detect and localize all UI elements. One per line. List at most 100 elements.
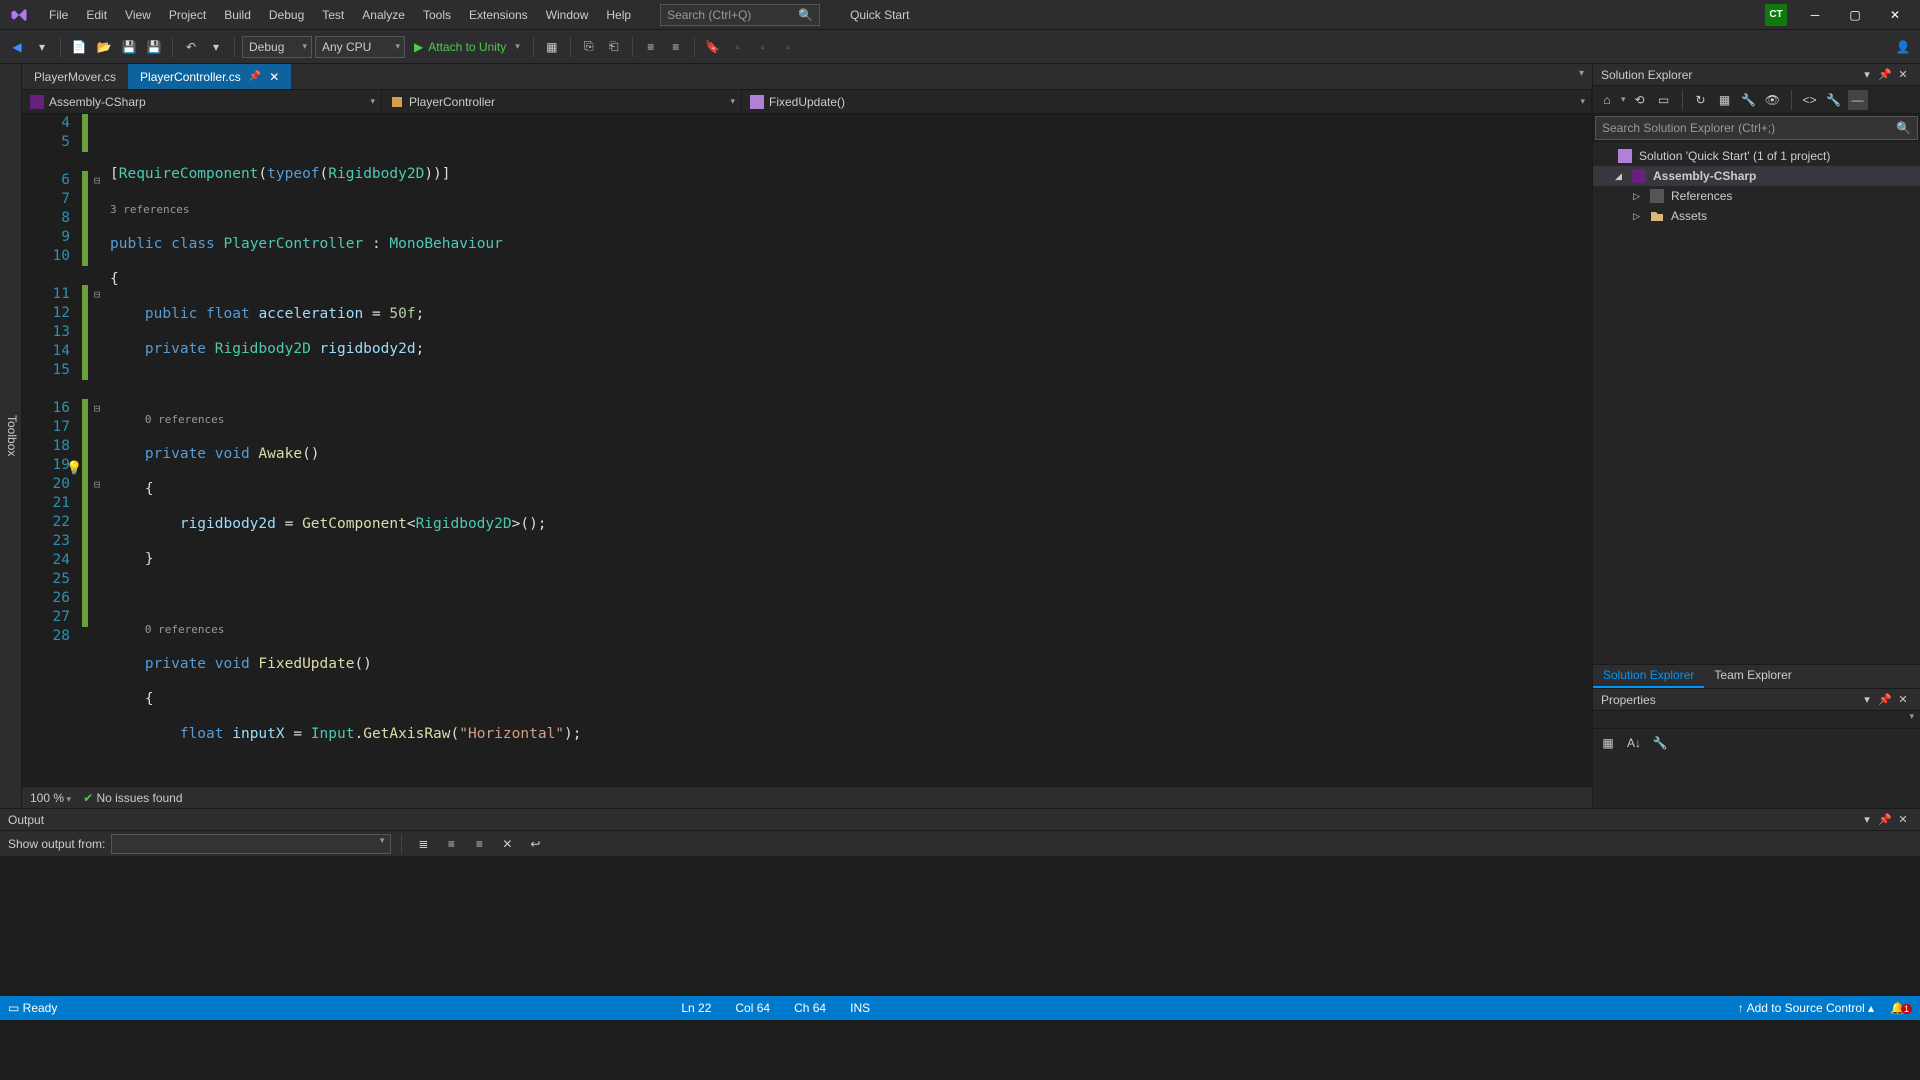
bookmark-button[interactable]: 🔖 bbox=[702, 36, 724, 58]
app-title: Quick Start bbox=[850, 8, 909, 22]
menu-window[interactable]: Window bbox=[537, 4, 598, 26]
config-combo[interactable]: Debug bbox=[242, 36, 312, 58]
menu-view[interactable]: View bbox=[116, 4, 160, 26]
platform-combo[interactable]: Any CPU bbox=[315, 36, 405, 58]
menu-build[interactable]: Build bbox=[215, 4, 260, 26]
output-btn-3[interactable]: ≡ bbox=[468, 833, 490, 855]
attach-to-unity-button[interactable]: ▶Attach to Unity▾ bbox=[408, 36, 526, 58]
output-btn-1[interactable]: ≣ bbox=[412, 833, 434, 855]
menu-project[interactable]: Project bbox=[160, 4, 215, 26]
output-pin-button[interactable]: 📌 bbox=[1876, 813, 1894, 826]
output-from-label: Show output from: bbox=[8, 837, 105, 851]
close-tab-icon[interactable]: ✕ bbox=[269, 70, 279, 84]
se-sync-button[interactable]: ⟲ bbox=[1630, 90, 1650, 110]
tool-btn-4[interactable]: ≡ bbox=[640, 36, 662, 58]
open-button[interactable]: 📂 bbox=[93, 36, 115, 58]
output-source-combo[interactable] bbox=[111, 834, 391, 854]
menu-file[interactable]: File bbox=[40, 4, 77, 26]
undo-button[interactable]: ↶ bbox=[180, 36, 202, 58]
redo-button[interactable]: ▾ bbox=[205, 36, 227, 58]
maximize-button[interactable]: ▢ bbox=[1835, 1, 1875, 29]
tab-solution-explorer[interactable]: Solution Explorer bbox=[1593, 665, 1704, 688]
nav-scope-combo[interactable]: Assembly-CSharp bbox=[22, 90, 382, 113]
code-content[interactable]: [RequireComponent(typeof(Rigidbody2D))] … bbox=[106, 114, 1592, 786]
ok-icon: ✔ bbox=[83, 791, 93, 805]
menu-test[interactable]: Test bbox=[313, 4, 353, 26]
save-all-button[interactable]: 💾 bbox=[143, 36, 165, 58]
props-pin-button[interactable]: 📌 bbox=[1876, 693, 1894, 706]
menu-edit[interactable]: Edit bbox=[77, 4, 116, 26]
output-close-button[interactable]: ✕ bbox=[1894, 813, 1912, 826]
se-showall-button[interactable]: ▦ bbox=[1715, 90, 1735, 110]
class-icon bbox=[390, 95, 404, 109]
panel-close-button[interactable]: ✕ bbox=[1894, 68, 1912, 81]
new-item-button[interactable]: 📄 bbox=[68, 36, 90, 58]
se-properties-button[interactable]: 🔧 bbox=[1739, 90, 1759, 110]
output-wrap-button[interactable]: ↩ bbox=[524, 833, 546, 855]
status-mode: INS bbox=[850, 1001, 870, 1015]
se-wrench-button[interactable]: 🔧 bbox=[1824, 90, 1844, 110]
menu-analyze[interactable]: Analyze bbox=[353, 4, 414, 26]
se-collapse-button[interactable]: ▭ bbox=[1654, 90, 1674, 110]
tree-references[interactable]: ▷ References bbox=[1593, 186, 1920, 206]
notifications-icon[interactable]: 🔔1 bbox=[1890, 1001, 1912, 1015]
tool-btn-7[interactable]: ▫ bbox=[752, 36, 774, 58]
tree-solution[interactable]: Solution 'Quick Start' (1 of 1 project) bbox=[1593, 146, 1920, 166]
props-categorized-button[interactable]: ▦ bbox=[1597, 732, 1619, 754]
status-ch: Ch 64 bbox=[794, 1001, 826, 1015]
nav-member-combo[interactable]: FixedUpdate() bbox=[742, 90, 1592, 113]
solution-search-input[interactable]: Search Solution Explorer (Ctrl+;)🔍 bbox=[1595, 116, 1918, 140]
se-more-button[interactable]: — bbox=[1848, 90, 1868, 110]
output-clear-button[interactable]: ✕ bbox=[496, 833, 518, 855]
add-source-control-button[interactable]: ↑ Add to Source Control ▴ bbox=[1738, 1001, 1874, 1015]
menu-debug[interactable]: Debug bbox=[260, 4, 313, 26]
tool-btn-3[interactable]: ⎗ bbox=[603, 36, 625, 58]
close-button[interactable]: ✕ bbox=[1875, 1, 1915, 29]
menu-extensions[interactable]: Extensions bbox=[460, 4, 537, 26]
tool-btn-2[interactable]: ⎘ bbox=[578, 36, 600, 58]
se-home-button[interactable]: ⌂ bbox=[1597, 90, 1617, 110]
pin-icon[interactable]: 📌 bbox=[249, 71, 261, 82]
minimize-button[interactable]: ─ bbox=[1795, 1, 1835, 29]
menu-help[interactable]: Help bbox=[597, 4, 640, 26]
live-share-button[interactable]: 👤 bbox=[1892, 36, 1914, 58]
output-btn-2[interactable]: ≡ bbox=[440, 833, 462, 855]
output-dropdown-button[interactable]: ▾ bbox=[1858, 813, 1876, 826]
props-alpha-button[interactable]: A↓ bbox=[1623, 732, 1645, 754]
nav-fwd-button[interactable]: ▾ bbox=[31, 36, 53, 58]
tree-assets[interactable]: ▷ Assets bbox=[1593, 206, 1920, 226]
tab-team-explorer[interactable]: Team Explorer bbox=[1704, 665, 1801, 688]
tool-btn-1[interactable]: ▦ bbox=[541, 36, 563, 58]
output-textarea[interactable] bbox=[0, 857, 1920, 996]
tree-project[interactable]: ◢ Assembly-CSharp bbox=[1593, 166, 1920, 186]
tab-overflow-button[interactable]: ▾ bbox=[1571, 64, 1592, 89]
fold-column[interactable]: ⊟⊟⊟⊟ bbox=[88, 114, 106, 786]
issues-status[interactable]: ✔ No issues found bbox=[83, 791, 182, 805]
tool-btn-5[interactable]: ≡ bbox=[665, 36, 687, 58]
doc-tab-playercontroller[interactable]: PlayerController.cs 📌 ✕ bbox=[128, 64, 291, 89]
toolbox-panel-tab[interactable]: Toolbox bbox=[0, 64, 22, 808]
tool-btn-8[interactable]: ▫ bbox=[777, 36, 799, 58]
lightbulb-icon[interactable]: 💡 bbox=[66, 461, 82, 476]
user-badge[interactable]: CT bbox=[1765, 4, 1787, 26]
nav-class-combo[interactable]: PlayerController bbox=[382, 90, 742, 113]
menu-tools[interactable]: Tools bbox=[414, 4, 460, 26]
se-refresh-button[interactable]: ↻ bbox=[1691, 90, 1711, 110]
doc-tab-playermover[interactable]: PlayerMover.cs bbox=[22, 64, 128, 89]
props-close-button[interactable]: ✕ bbox=[1894, 693, 1912, 706]
save-button[interactable]: 💾 bbox=[118, 36, 140, 58]
se-preview-button[interactable]: 👁 bbox=[1763, 90, 1783, 110]
play-icon: ▶ bbox=[414, 40, 423, 54]
props-wrench-button[interactable]: 🔧 bbox=[1649, 732, 1671, 754]
panel-dropdown-button[interactable]: ▾ bbox=[1858, 68, 1876, 81]
tool-btn-6[interactable]: ▫ bbox=[727, 36, 749, 58]
zoom-combo[interactable]: 100 % bbox=[30, 791, 71, 805]
panel-pin-button[interactable]: 📌 bbox=[1876, 68, 1894, 81]
se-code-button[interactable]: <> bbox=[1800, 90, 1820, 110]
solution-tree[interactable]: Solution 'Quick Start' (1 of 1 project) … bbox=[1593, 142, 1920, 664]
code-editor[interactable]: 4567891011121314151617181920212223242526… bbox=[22, 114, 1592, 786]
quick-search-input[interactable]: Search (Ctrl+Q)🔍 bbox=[660, 4, 820, 26]
nav-back-button[interactable]: ◀ bbox=[6, 36, 28, 58]
props-dropdown-button[interactable]: ▾ bbox=[1858, 693, 1876, 706]
doc-tab-label: PlayerMover.cs bbox=[34, 70, 116, 84]
